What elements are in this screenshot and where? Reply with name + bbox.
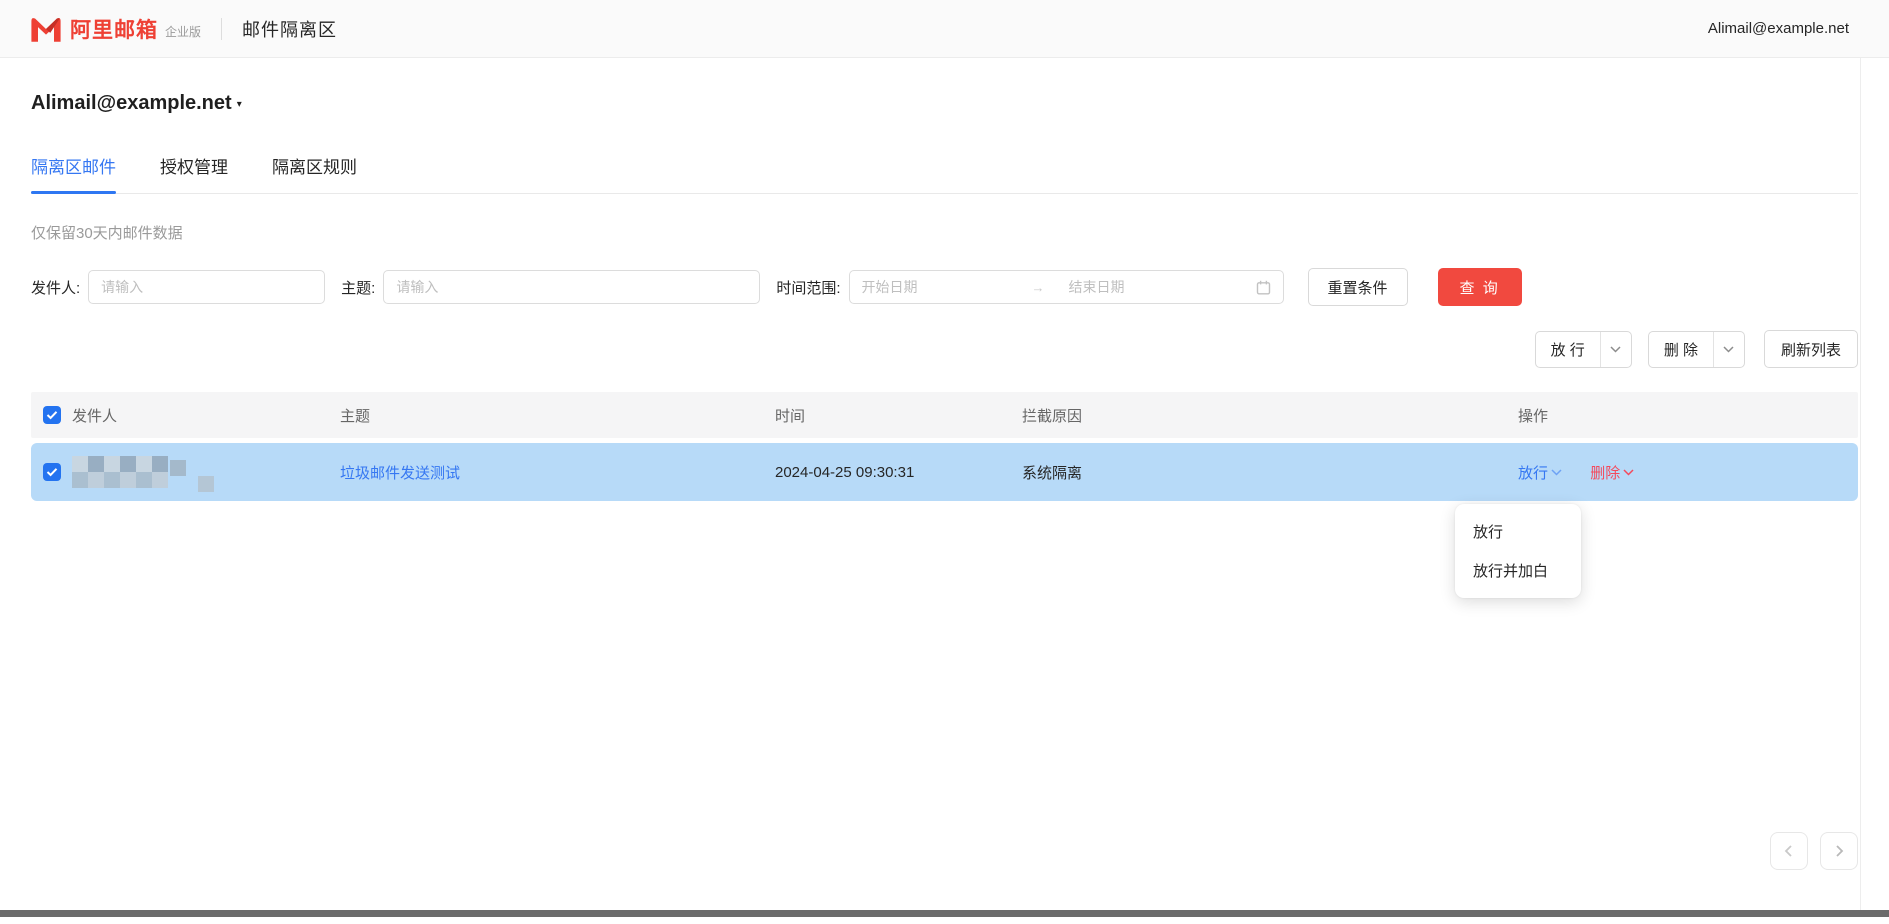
account-selector-label: Alimail@example.net bbox=[31, 92, 232, 115]
sender-label: 发件人: bbox=[31, 277, 80, 298]
menu-item-release-and-whitelist[interactable]: 放行并加白 bbox=[1455, 551, 1581, 590]
row-delete-label: 删除 bbox=[1590, 462, 1620, 483]
daterange-label: 时间范围: bbox=[776, 277, 840, 298]
sender-input[interactable] bbox=[88, 270, 325, 304]
table-header-row: 发件人 主题 时间 拦截原因 操作 bbox=[31, 392, 1858, 438]
col-header-operation: 操作 bbox=[1518, 405, 1858, 426]
account-selector[interactable]: Alimail@example.net ▾ bbox=[31, 92, 242, 115]
bulk-delete-chevron-down-icon[interactable] bbox=[1713, 332, 1744, 367]
row-release-action[interactable]: 放行 bbox=[1518, 462, 1562, 483]
start-date-placeholder[interactable]: 开始日期 bbox=[862, 277, 1032, 297]
tab-auth-management[interactable]: 授权管理 bbox=[160, 153, 228, 193]
query-button[interactable]: 查 询 bbox=[1438, 268, 1522, 306]
quarantine-table: 发件人 主题 时间 拦截原因 操作 垃圾邮件发送测试 2024-04- bbox=[31, 392, 1858, 501]
scrollbar-divider bbox=[1860, 58, 1861, 910]
bulk-delete-split-button[interactable]: 删 除 bbox=[1648, 331, 1745, 368]
col-header-reason: 拦截原因 bbox=[1022, 405, 1518, 426]
table-row[interactable]: 垃圾邮件发送测试 2024-04-25 09:30:31 系统隔离 放行 删除 bbox=[31, 443, 1858, 501]
bulk-delete-label[interactable]: 删 除 bbox=[1649, 332, 1713, 367]
brand-edition-badge: 企业版 bbox=[165, 23, 201, 40]
main-content: Alimail@example.net ▾ 隔离区邮件 授权管理 隔离区规则 仅… bbox=[0, 58, 1889, 501]
sender-cell bbox=[72, 456, 340, 488]
operation-cell: 放行 删除 bbox=[1518, 462, 1858, 483]
bulk-release-chevron-down-icon[interactable] bbox=[1600, 332, 1631, 367]
sender-redacted-mosaic bbox=[72, 456, 168, 488]
bulk-release-split-button[interactable]: 放 行 bbox=[1535, 331, 1632, 368]
page-title: 邮件隔离区 bbox=[242, 16, 337, 42]
bulk-actions-bar: 放 行 删 除 刷新列表 bbox=[31, 330, 1858, 368]
col-header-time: 时间 bbox=[775, 405, 1022, 426]
chevron-left-icon bbox=[1782, 844, 1796, 858]
subject-label: 主题: bbox=[341, 277, 375, 298]
subject-input[interactable] bbox=[383, 270, 760, 304]
alimail-logo: 阿里邮箱 企业版 bbox=[30, 14, 201, 44]
retention-notice: 仅保留30天内邮件数据 bbox=[31, 222, 1858, 243]
subject-cell: 垃圾邮件发送测试 bbox=[340, 462, 775, 483]
window-bottom-edge bbox=[0, 910, 1889, 917]
reset-filters-button[interactable]: 重置条件 bbox=[1308, 268, 1408, 306]
header-checkbox-cell bbox=[31, 406, 72, 424]
time-cell: 2024-04-25 09:30:31 bbox=[775, 464, 1022, 481]
pagination bbox=[1770, 832, 1858, 870]
row-release-label: 放行 bbox=[1518, 462, 1548, 483]
prev-page-button[interactable] bbox=[1770, 832, 1808, 870]
subject-link[interactable]: 垃圾邮件发送测试 bbox=[340, 465, 460, 482]
release-dropdown-menu: 放行 放行并加白 bbox=[1455, 504, 1581, 598]
col-header-subject: 主题 bbox=[340, 405, 775, 426]
header-divider bbox=[221, 18, 222, 40]
row-checkbox[interactable] bbox=[43, 463, 61, 481]
tab-quarantine-rules[interactable]: 隔离区规则 bbox=[272, 153, 357, 193]
tab-quarantine-mail[interactable]: 隔离区邮件 bbox=[31, 153, 116, 193]
brand-name: 阿里邮箱 bbox=[70, 14, 158, 44]
filter-bar: 发件人: 主题: 时间范围: 开始日期 → 结束日期 重置条件 查 询 bbox=[31, 268, 1858, 306]
end-date-placeholder[interactable]: 结束日期 bbox=[1069, 277, 1256, 297]
header-bar: 阿里邮箱 企业版 邮件隔离区 Alimail@example.net bbox=[0, 0, 1889, 58]
row-checkbox-cell bbox=[31, 463, 72, 481]
col-header-sender: 发件人 bbox=[72, 405, 340, 426]
bulk-release-label[interactable]: 放 行 bbox=[1536, 332, 1600, 367]
caret-down-icon: ▾ bbox=[237, 99, 242, 110]
calendar-icon bbox=[1256, 280, 1271, 295]
refresh-list-button[interactable]: 刷新列表 bbox=[1764, 330, 1858, 368]
next-page-button[interactable] bbox=[1820, 832, 1858, 870]
chevron-right-icon bbox=[1832, 844, 1846, 858]
tab-bar: 隔离区邮件 授权管理 隔离区规则 bbox=[31, 153, 1858, 194]
release-chevron-down-icon bbox=[1551, 469, 1562, 476]
select-all-checkbox[interactable] bbox=[43, 406, 61, 424]
header-account-text: Alimail@example.net bbox=[1708, 20, 1849, 37]
mail-quarantine-page: 阿里邮箱 企业版 邮件隔离区 Alimail@example.net Alima… bbox=[0, 0, 1889, 924]
menu-item-release[interactable]: 放行 bbox=[1455, 512, 1581, 551]
delete-chevron-down-icon bbox=[1623, 469, 1634, 476]
row-delete-action[interactable]: 删除 bbox=[1590, 462, 1634, 483]
daterange-picker[interactable]: 开始日期 → 结束日期 bbox=[849, 270, 1284, 304]
date-range-arrow-icon: → bbox=[1032, 280, 1045, 295]
alimail-m-icon bbox=[30, 16, 62, 42]
reason-cell: 系统隔离 bbox=[1022, 462, 1518, 483]
